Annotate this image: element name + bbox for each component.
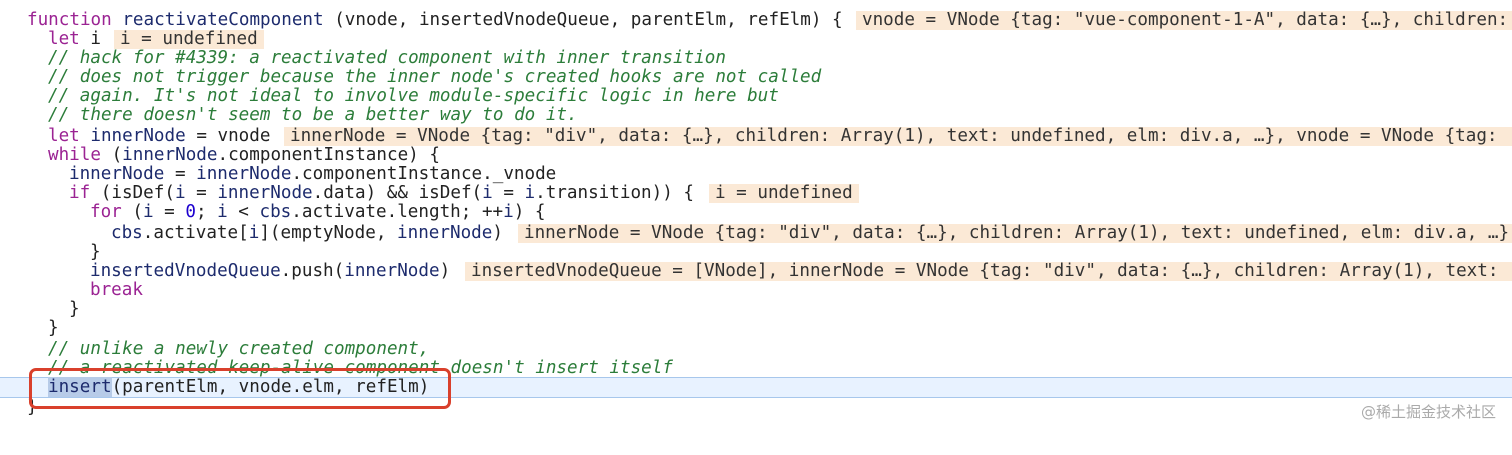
- watermark: @稀土掘金技术社区: [1360, 403, 1496, 421]
- inline-eval-i: i = undefined: [114, 30, 264, 49]
- code-line-7: let innerNode = vnode innerNode = VNode …: [0, 127, 1512, 146]
- inline-eval-queue: insertedVnodeQueue = [VNode], innerNode …: [465, 262, 1512, 281]
- code-editor[interactable]: function reactivateComponent (vnode, ins…: [0, 0, 1512, 436]
- code-line-9: innerNode = innerNode.componentInstance.…: [69, 164, 557, 184]
- inline-eval-innernode-2: innerNode = VNode {tag: "div", data: {…}…: [518, 224, 1512, 243]
- code-line-1: function reactivateComponent (vnode, ins…: [0, 11, 1512, 30]
- code-line-11: for (i = 0; i < cbs.activate.length; ++i…: [90, 202, 546, 222]
- code-line-15: break: [90, 280, 143, 300]
- code-line-5: // again. It's not ideal to involve modu…: [48, 86, 779, 106]
- code-text: function reactivateComponent (vnode, ins…: [27, 10, 843, 30]
- code-line-4: // does not trigger because the inner no…: [48, 67, 822, 87]
- code-line-8: while (innerNode.componentInstance) {: [48, 145, 440, 165]
- code-line-12: cbs.activate[i](emptyNode, innerNode) in…: [0, 224, 1512, 243]
- inline-eval-vnode: vnode = VNode {tag: "vue-component-1-A",…: [856, 11, 1512, 30]
- code-line-17: }: [48, 318, 59, 338]
- code-line-18: // unlike a newly created component,: [48, 339, 430, 359]
- code-line-6: // there doesn't seem to be a better way…: [48, 105, 578, 125]
- inline-eval-i-2: i = undefined: [709, 184, 859, 203]
- highlight-annotation-box: [29, 368, 451, 409]
- code-line-2: let i i = undefined: [0, 30, 1512, 49]
- inline-eval-innernode: innerNode = VNode {tag: "div", data: {…}…: [284, 127, 1512, 146]
- code-line-10: if (isDef(i = innerNode.data) && isDef(i…: [0, 184, 1512, 203]
- code-line-3: // hack for #4339: a reactivated compone…: [48, 48, 726, 68]
- code-line-14: insertedVnodeQueue.push(innerNode) inser…: [0, 262, 1512, 281]
- code-line-13: }: [90, 242, 101, 262]
- code-line-16: }: [69, 299, 80, 319]
